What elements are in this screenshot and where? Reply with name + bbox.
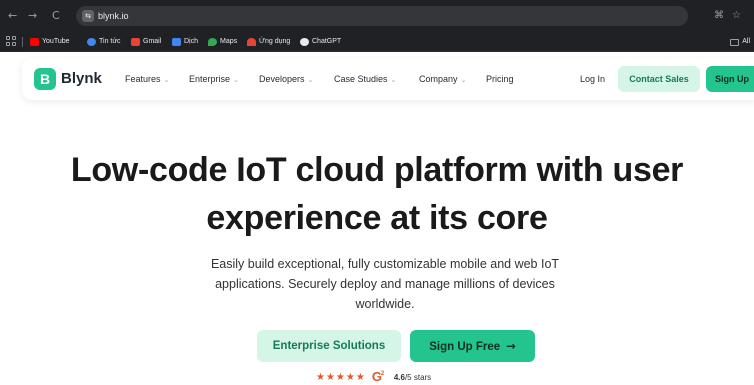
chevron-down-icon: ⌄ bbox=[460, 76, 467, 84]
nav-label: Pricing bbox=[486, 74, 514, 84]
forward-icon[interactable]: → bbox=[28, 9, 37, 23]
hero-title-line1: Low-code IoT cloud platform with user bbox=[70, 151, 684, 189]
login-link[interactable]: Log In bbox=[580, 72, 605, 86]
bookmark-label: ChatGPT bbox=[312, 38, 342, 45]
rating-suffix: /5 stars bbox=[404, 372, 432, 382]
apps-grid-icon[interactable] bbox=[6, 36, 16, 46]
blynk-logo[interactable]: B Blynk bbox=[34, 68, 102, 90]
translate-icon bbox=[172, 38, 181, 46]
gmail-icon bbox=[131, 38, 140, 46]
arrow-right-icon: → bbox=[506, 339, 516, 353]
bookmark-label: Ứng dụng bbox=[259, 38, 291, 45]
nav-case-studies[interactable]: Case Studies ⌄ bbox=[334, 72, 396, 87]
bookmarks-bar: YouTube Tin tức Gmail Dịch Maps Ứng dụng… bbox=[0, 32, 754, 52]
chevron-down-icon: ⌄ bbox=[307, 76, 314, 84]
folder-icon bbox=[730, 38, 740, 46]
bookmark-label: Maps bbox=[220, 38, 238, 45]
maps-icon bbox=[208, 38, 217, 46]
nav-label: Enterprise bbox=[189, 74, 231, 84]
rating-value: 4.6 bbox=[393, 372, 405, 382]
reload-icon[interactable]: C bbox=[52, 9, 60, 23]
apps-icon bbox=[247, 38, 256, 46]
sign-up-button[interactable]: Sign Up bbox=[706, 66, 754, 92]
bookmark-news[interactable]: Tin tức bbox=[87, 35, 121, 49]
site-info-icon[interactable]: ⇆ bbox=[82, 10, 94, 22]
chatgpt-icon bbox=[300, 38, 309, 46]
bookmark-youtube[interactable]: YouTube bbox=[30, 35, 70, 49]
chevron-down-icon: ⌄ bbox=[390, 76, 397, 84]
hero-subtitle: Easily build exceptional, fully customiz… bbox=[210, 257, 560, 311]
bookmarks-divider bbox=[22, 37, 23, 47]
g2-sup: 2 bbox=[380, 371, 385, 377]
bookmark-label: Tin tức bbox=[99, 38, 121, 45]
youtube-icon bbox=[30, 38, 39, 46]
all-bookmarks[interactable]: All bbox=[730, 35, 750, 49]
bookmark-chatgpt[interactable]: ChatGPT bbox=[300, 35, 341, 49]
star-rating-icon: ★★★★★ bbox=[316, 371, 366, 383]
bookmark-gmail[interactable]: Gmail bbox=[131, 35, 161, 49]
hero-title-line2: experience at its core bbox=[206, 199, 548, 237]
contact-sales-button[interactable]: Contact Sales bbox=[618, 66, 700, 92]
bookmark-maps[interactable]: Maps bbox=[208, 35, 237, 49]
translate-icon[interactable]: ⌘ bbox=[714, 9, 724, 23]
sign-up-free-label: Sign Up Free bbox=[429, 341, 501, 353]
nav-pricing[interactable]: Pricing bbox=[486, 72, 514, 86]
browser-toolbar: ← → C ⇆ blynk.io ⌘ ☆ bbox=[0, 0, 754, 32]
sign-up-free-button[interactable]: Sign Up Free → bbox=[410, 330, 535, 362]
rating-text: 4.6/5 stars bbox=[394, 373, 431, 382]
bookmark-star-icon[interactable]: ☆ bbox=[732, 9, 741, 23]
g2-logo-icon: G2 bbox=[372, 370, 388, 384]
bookmark-apps[interactable]: Ứng dụng bbox=[247, 35, 290, 49]
chevron-down-icon: ⌄ bbox=[233, 76, 239, 84]
bookmark-label: Dịch bbox=[184, 38, 199, 45]
bookmark-translate[interactable]: Dịch bbox=[172, 35, 198, 49]
logo-mark-icon: B bbox=[34, 68, 56, 90]
nav-label: Developers bbox=[259, 74, 305, 84]
logo-text: Blynk bbox=[61, 70, 102, 87]
nav-label: Features bbox=[125, 74, 161, 84]
back-icon[interactable]: ← bbox=[8, 9, 17, 23]
nav-label: Case Studies bbox=[334, 74, 388, 84]
address-bar[interactable]: ⇆ blynk.io bbox=[76, 6, 688, 26]
nav-developers[interactable]: Developers ⌄ bbox=[259, 72, 313, 87]
nav-label: Company bbox=[419, 74, 458, 84]
rating-badge: ★★★★★ G2 4.6/5 stars bbox=[316, 369, 431, 385]
bookmark-label: YouTube bbox=[42, 38, 70, 45]
enterprise-solutions-button[interactable]: Enterprise Solutions bbox=[257, 330, 401, 362]
bookmark-label: Gmail bbox=[143, 38, 162, 45]
nav-features[interactable]: Features ⌄ bbox=[125, 72, 169, 87]
url-text[interactable]: blynk.io bbox=[98, 10, 129, 22]
news-icon bbox=[87, 38, 96, 46]
nav-company[interactable]: Company ⌄ bbox=[419, 72, 466, 87]
nav-enterprise[interactable]: Enterprise ⌄ bbox=[189, 72, 239, 87]
site-header: B Blynk Features ⌄ Enterprise ⌄ Developers… bbox=[22, 58, 754, 100]
chevron-down-icon: ⌄ bbox=[163, 76, 170, 84]
hero-title: Low-code IoT cloud platform with user ex… bbox=[0, 146, 754, 242]
all-bookmarks-label: All bbox=[742, 38, 750, 45]
